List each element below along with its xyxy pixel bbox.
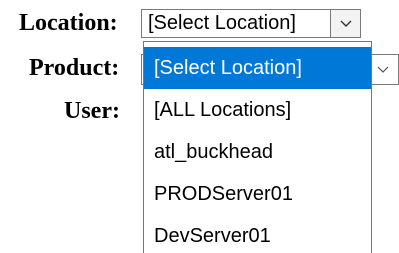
location-option[interactable]: [Select Location] bbox=[144, 47, 371, 89]
location-select-value: [Select Location] bbox=[148, 12, 296, 34]
location-option[interactable]: [ALL Locations] bbox=[144, 89, 371, 131]
product-label: Product: bbox=[29, 55, 120, 81]
location-select[interactable]: [Select Location] bbox=[141, 9, 361, 38]
chevron-down-icon bbox=[340, 20, 351, 27]
location-dropdown-list: [Select Location] [ALL Locations] atl_bu… bbox=[143, 41, 372, 253]
filter-form: Location: [Select Location] Product: Use… bbox=[0, 0, 399, 253]
chevron-down-icon bbox=[377, 66, 389, 73]
location-dropdown-button[interactable] bbox=[330, 10, 360, 37]
location-label: Location: bbox=[19, 10, 118, 36]
location-option[interactable]: atl_buckhead bbox=[144, 131, 371, 173]
location-option[interactable]: PRODServer01 bbox=[144, 173, 371, 215]
location-option[interactable]: DevServer01 bbox=[144, 215, 371, 253]
user-label: User: bbox=[64, 98, 120, 124]
product-dropdown-button[interactable] bbox=[368, 55, 398, 84]
